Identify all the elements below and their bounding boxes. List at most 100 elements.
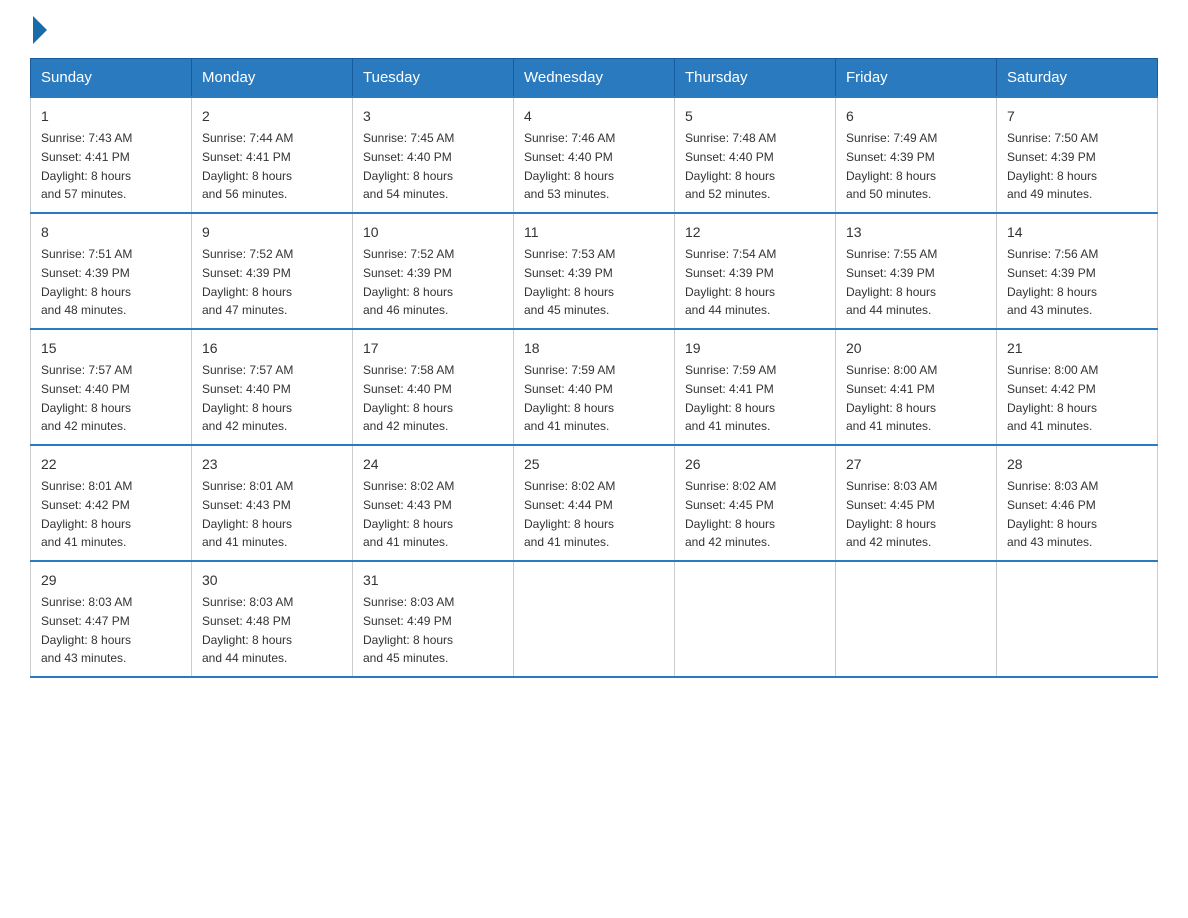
cell-info: Sunrise: 7:55 AMSunset: 4:39 PMDaylight:… [846, 247, 937, 317]
calendar-cell: 13 Sunrise: 7:55 AMSunset: 4:39 PMDayligh… [836, 213, 997, 329]
day-number: 8 [41, 222, 181, 243]
cell-info: Sunrise: 8:00 AMSunset: 4:42 PMDaylight:… [1007, 363, 1098, 433]
cell-info: Sunrise: 8:03 AMSunset: 4:48 PMDaylight:… [202, 595, 293, 665]
day-number: 14 [1007, 222, 1147, 243]
day-number: 10 [363, 222, 503, 243]
cell-info: Sunrise: 7:50 AMSunset: 4:39 PMDaylight:… [1007, 131, 1098, 201]
day-number: 19 [685, 338, 825, 359]
calendar-week-row: 1 Sunrise: 7:43 AMSunset: 4:41 PMDaylight… [31, 97, 1158, 213]
calendar-cell: 5 Sunrise: 7:48 AMSunset: 4:40 PMDaylight… [675, 97, 836, 213]
logo [30, 20, 47, 40]
calendar-cell: 26 Sunrise: 8:02 AMSunset: 4:45 PMDayligh… [675, 445, 836, 561]
day-number: 29 [41, 570, 181, 591]
col-header-wednesday: Wednesday [514, 59, 675, 98]
calendar-cell: 1 Sunrise: 7:43 AMSunset: 4:41 PMDaylight… [31, 97, 192, 213]
calendar-cell [675, 561, 836, 677]
logo-arrow-icon [33, 16, 47, 44]
day-number: 24 [363, 454, 503, 475]
calendar-cell: 31Sunrise: 8:03 AMSunset: 4:49 PMDayligh… [353, 561, 514, 677]
day-number: 4 [524, 106, 664, 127]
col-header-friday: Friday [836, 59, 997, 98]
cell-info: Sunrise: 8:01 AMSunset: 4:43 PMDaylight:… [202, 479, 293, 549]
calendar-cell: 11Sunrise: 7:53 AMSunset: 4:39 PMDayligh… [514, 213, 675, 329]
day-number: 1 [41, 106, 181, 127]
cell-info: Sunrise: 7:52 AMSunset: 4:39 PMDaylight:… [202, 247, 293, 317]
day-number: 22 [41, 454, 181, 475]
day-number: 16 [202, 338, 342, 359]
calendar-week-row: 29 Sunrise: 8:03 AMSunset: 4:47 PMDayligh… [31, 561, 1158, 677]
day-number: 13 [846, 222, 986, 243]
calendar-cell: 6 Sunrise: 7:49 AMSunset: 4:39 PMDaylight… [836, 97, 997, 213]
calendar-week-row: 22 Sunrise: 8:01 AMSunset: 4:42 PMDayligh… [31, 445, 1158, 561]
day-number: 6 [846, 106, 986, 127]
cell-info: Sunrise: 8:03 AMSunset: 4:47 PMDaylight:… [41, 595, 132, 665]
cell-info: Sunrise: 8:03 AMSunset: 4:45 PMDaylight:… [846, 479, 937, 549]
calendar-cell: 24Sunrise: 8:02 AMSunset: 4:43 PMDayligh… [353, 445, 514, 561]
day-number: 26 [685, 454, 825, 475]
calendar-week-row: 15 Sunrise: 7:57 AMSunset: 4:40 PMDayligh… [31, 329, 1158, 445]
calendar-cell: 2Sunrise: 7:44 AMSunset: 4:41 PMDaylight… [192, 97, 353, 213]
cell-info: Sunrise: 7:59 AMSunset: 4:41 PMDaylight:… [685, 363, 776, 433]
cell-info: Sunrise: 7:52 AMSunset: 4:39 PMDaylight:… [363, 247, 454, 317]
cell-info: Sunrise: 7:43 AMSunset: 4:41 PMDaylight:… [41, 131, 132, 201]
cell-info: Sunrise: 7:57 AMSunset: 4:40 PMDaylight:… [41, 363, 132, 433]
cell-info: Sunrise: 8:00 AMSunset: 4:41 PMDaylight:… [846, 363, 937, 433]
col-header-tuesday: Tuesday [353, 59, 514, 98]
day-number: 3 [363, 106, 503, 127]
col-header-monday: Monday [192, 59, 353, 98]
calendar-cell: 15 Sunrise: 7:57 AMSunset: 4:40 PMDayligh… [31, 329, 192, 445]
day-number: 7 [1007, 106, 1147, 127]
calendar-cell [997, 561, 1158, 677]
day-number: 5 [685, 106, 825, 127]
day-number: 15 [41, 338, 181, 359]
cell-info: Sunrise: 7:53 AMSunset: 4:39 PMDaylight:… [524, 247, 615, 317]
cell-info: Sunrise: 7:58 AMSunset: 4:40 PMDaylight:… [363, 363, 454, 433]
day-number: 23 [202, 454, 342, 475]
calendar-cell: 30 Sunrise: 8:03 AMSunset: 4:48 PMDayligh… [192, 561, 353, 677]
calendar-header-row: SundayMondayTuesdayWednesdayThursdayFrid… [31, 59, 1158, 98]
calendar-cell: 20 Sunrise: 8:00 AMSunset: 4:41 PMDayligh… [836, 329, 997, 445]
cell-info: Sunrise: 7:49 AMSunset: 4:39 PMDaylight:… [846, 131, 937, 201]
cell-info: Sunrise: 7:51 AMSunset: 4:39 PMDaylight:… [41, 247, 132, 317]
day-number: 2 [202, 106, 342, 127]
day-number: 28 [1007, 454, 1147, 475]
cell-info: Sunrise: 7:46 AMSunset: 4:40 PMDaylight:… [524, 131, 615, 201]
calendar-cell: 12Sunrise: 7:54 AMSunset: 4:39 PMDayligh… [675, 213, 836, 329]
day-number: 30 [202, 570, 342, 591]
cell-info: Sunrise: 7:54 AMSunset: 4:39 PMDaylight:… [685, 247, 776, 317]
calendar-cell: 28 Sunrise: 8:03 AMSunset: 4:46 PMDayligh… [997, 445, 1158, 561]
cell-info: Sunrise: 7:45 AMSunset: 4:40 PMDaylight:… [363, 131, 454, 201]
cell-info: Sunrise: 8:03 AMSunset: 4:46 PMDaylight:… [1007, 479, 1098, 549]
calendar-cell: 16 Sunrise: 7:57 AMSunset: 4:40 PMDayligh… [192, 329, 353, 445]
cell-info: Sunrise: 7:59 AMSunset: 4:40 PMDaylight:… [524, 363, 615, 433]
cell-info: Sunrise: 8:02 AMSunset: 4:45 PMDaylight:… [685, 479, 776, 549]
calendar-cell: 29 Sunrise: 8:03 AMSunset: 4:47 PMDayligh… [31, 561, 192, 677]
day-number: 18 [524, 338, 664, 359]
calendar-week-row: 8 Sunrise: 7:51 AMSunset: 4:39 PMDaylight… [31, 213, 1158, 329]
calendar-cell: 3 Sunrise: 7:45 AMSunset: 4:40 PMDaylight… [353, 97, 514, 213]
cell-info: Sunrise: 7:56 AMSunset: 4:39 PMDaylight:… [1007, 247, 1098, 317]
day-number: 17 [363, 338, 503, 359]
calendar-cell: 7 Sunrise: 7:50 AMSunset: 4:39 PMDaylight… [997, 97, 1158, 213]
calendar-cell: 22 Sunrise: 8:01 AMSunset: 4:42 PMDayligh… [31, 445, 192, 561]
day-number: 21 [1007, 338, 1147, 359]
calendar-cell: 8 Sunrise: 7:51 AMSunset: 4:39 PMDaylight… [31, 213, 192, 329]
day-number: 25 [524, 454, 664, 475]
calendar-table: SundayMondayTuesdayWednesdayThursdayFrid… [30, 58, 1158, 678]
day-number: 27 [846, 454, 986, 475]
calendar-cell: 17 Sunrise: 7:58 AMSunset: 4:40 PMDayligh… [353, 329, 514, 445]
page-header [30, 20, 1158, 40]
calendar-cell: 18 Sunrise: 7:59 AMSunset: 4:40 PMDayligh… [514, 329, 675, 445]
cell-info: Sunrise: 7:48 AMSunset: 4:40 PMDaylight:… [685, 131, 776, 201]
cell-info: Sunrise: 8:03 AMSunset: 4:49 PMDaylight:… [363, 595, 454, 665]
calendar-cell: 14 Sunrise: 7:56 AMSunset: 4:39 PMDayligh… [997, 213, 1158, 329]
calendar-cell [836, 561, 997, 677]
calendar-cell: 21 Sunrise: 8:00 AMSunset: 4:42 PMDayligh… [997, 329, 1158, 445]
cell-info: Sunrise: 7:57 AMSunset: 4:40 PMDaylight:… [202, 363, 293, 433]
calendar-cell: 19 Sunrise: 7:59 AMSunset: 4:41 PMDayligh… [675, 329, 836, 445]
calendar-cell: 27 Sunrise: 8:03 AMSunset: 4:45 PMDayligh… [836, 445, 997, 561]
calendar-cell: 4 Sunrise: 7:46 AMSunset: 4:40 PMDaylight… [514, 97, 675, 213]
day-number: 20 [846, 338, 986, 359]
cell-info: Sunrise: 8:01 AMSunset: 4:42 PMDaylight:… [41, 479, 132, 549]
calendar-cell: 9Sunrise: 7:52 AMSunset: 4:39 PMDaylight… [192, 213, 353, 329]
